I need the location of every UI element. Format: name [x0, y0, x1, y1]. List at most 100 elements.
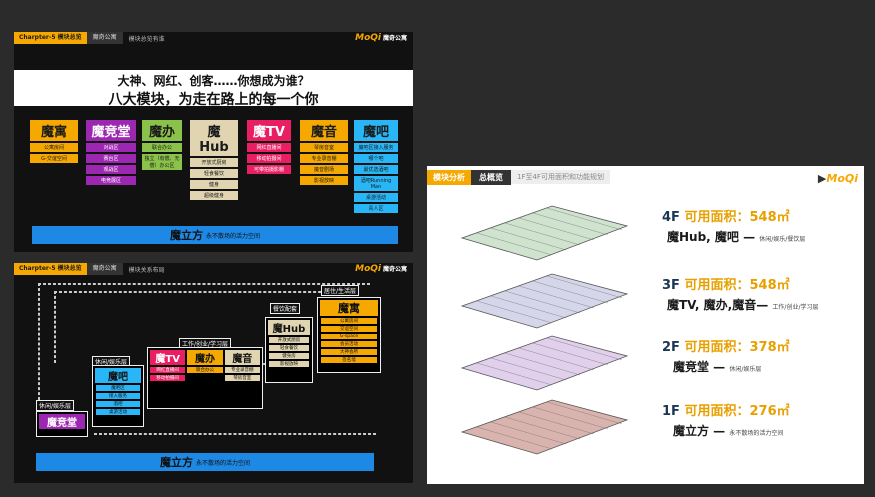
block-item: 移动拍摄间	[150, 375, 186, 381]
bottom-title: 魔立方	[159, 456, 193, 469]
floor-module-desc: 休闲/娱乐层	[729, 366, 762, 373]
module-item: G-交谊空间	[30, 154, 78, 163]
module-item: 琴房音室	[300, 143, 348, 152]
slide-3-subtitle: 1F至4F可用面积和功能规划	[511, 170, 610, 184]
moqi-logo: MoQi 魔奇公寓	[355, 33, 407, 43]
module-item: 电竞展区	[86, 176, 136, 185]
bottom-bar: 魔立方 永不散场的活力空间	[32, 226, 398, 244]
layer-label-living: 居住/生活层	[321, 285, 360, 296]
floor-number: 4F	[662, 210, 680, 225]
floor-module-names: 魔立方 —	[673, 424, 726, 438]
module-item: 联合办公	[142, 143, 182, 152]
module-item: 轻食餐饮	[190, 169, 238, 178]
block-item: 开放式厨房	[269, 337, 309, 343]
floor-module-names: 魔TV, 魔办,魔音—	[667, 298, 769, 312]
module-item: 独立（有偿、无偿）办公区	[142, 154, 182, 170]
area-value: 276㎡	[749, 404, 790, 419]
slide-1-header: Charpter-5 模块总览 魔奇公寓 模块总览有谁 MoQi 魔奇公寓	[14, 32, 413, 44]
connector-line	[38, 283, 40, 405]
module-title: 魔Hub	[190, 120, 238, 156]
module-item: 最优选酒吧	[354, 165, 398, 174]
module-item: 赛台区	[86, 154, 136, 163]
block-work-group: 魔TV 网红直播间 移动拍摄间 魔办 联合办公 魔音 专业录音棚 琴房音室	[147, 347, 263, 409]
block-item: 公寓房间	[321, 318, 377, 324]
floor-area-1f: 1F 可用面积：276㎡	[662, 400, 790, 419]
block-item: 专业录音棚	[224, 367, 260, 373]
module-title: 魔办	[142, 120, 182, 141]
module-item: 健身	[190, 180, 238, 189]
headline-2: 八大模块，为走在路上的每一个你	[108, 92, 319, 108]
floor-modules-3f: 魔TV, 魔办,魔音— 工作/创业/学习层	[667, 296, 818, 313]
module-item: 移动拍摄间	[247, 154, 291, 163]
floor-plan-1f	[460, 399, 629, 455]
block-item: 会员活动	[321, 341, 377, 347]
bottom-bar: 魔立方 永不散场的活力空间	[36, 453, 374, 471]
area-label: 可用面积：	[684, 340, 750, 355]
floor-number: 3F	[662, 278, 680, 293]
tab-overview[interactable]: 总概览	[471, 169, 511, 185]
block-item: 健身房	[269, 353, 309, 359]
headline-band: 大神、网红、创客……你想成为谁？ 八大模块，为走在路上的每一个你	[14, 70, 413, 108]
module-item: 魔音剧场	[300, 165, 348, 174]
bottom-sub: 永不散场的活力空间	[195, 459, 250, 467]
area-value: 378㎡	[749, 340, 790, 355]
block-item: 魔吧区	[96, 385, 140, 391]
module-item: 对战区	[86, 143, 136, 152]
area-label: 可用面积：	[684, 278, 750, 293]
module-card: 魔Hub 开放式厨房 轻食餐饮 健身 超级健身	[190, 120, 238, 200]
module-item: 超级健身	[190, 191, 238, 200]
module-title: 魔竞堂	[86, 120, 136, 141]
block-item: 轻食餐饮	[269, 345, 309, 351]
layer-label-leisure: 休闲/娱乐层	[36, 400, 75, 411]
chapter-label: Charpter-5 模块总览	[14, 263, 87, 275]
floor-number: 1F	[662, 404, 680, 419]
slide-1: Charpter-5 模块总览 魔奇公寓 模块总览有谁 MoQi 魔奇公寓 大神、…	[14, 32, 413, 252]
block-item: 琴房音室	[224, 375, 260, 381]
section-label: 魔奇公寓	[86, 263, 123, 275]
block-item: 签名墙	[321, 357, 377, 363]
bottom-sub: 永不散场的活力空间	[205, 232, 260, 240]
block-title: 魔音	[224, 350, 260, 365]
module-title: 魔寓	[30, 120, 78, 141]
slide-2: Charpter-5 模块总览 魔奇公寓 模块关系布局 MoQi 魔奇公寓 居住/…	[14, 263, 413, 483]
module-card: 魔音 琴房音室 专业录音棚 魔音剧场 影视放映	[300, 120, 348, 185]
area-label: 可用面积：	[684, 404, 750, 419]
block-title: 魔寓	[320, 300, 378, 316]
block-item: G-space	[321, 334, 377, 339]
area-value: 548㎡	[749, 278, 790, 293]
block-jingtang: 魔竞堂	[36, 411, 88, 437]
connector-line	[94, 433, 376, 435]
module-title: 魔吧	[354, 120, 398, 141]
module-item: 青人区	[354, 204, 398, 213]
module-title: 魔音	[300, 120, 348, 141]
module-title: 魔TV	[247, 120, 291, 141]
floor-area-4f: 4F 可用面积：548㎡	[662, 206, 790, 225]
tab-module-analysis[interactable]: 模块分析	[427, 169, 471, 185]
module-card: 魔寓公寓房间 G-交谊空间	[30, 120, 78, 163]
block-title: 魔TV	[150, 350, 186, 365]
bottom-title: 魔立方	[169, 229, 203, 242]
block-ba: 魔吧 魔吧区 接入服务 酒吧 桌游活动	[92, 365, 144, 427]
module-item: 公寓房间	[30, 143, 78, 152]
block-item: 交谊空间	[321, 326, 377, 332]
block-title: 魔Hub	[268, 320, 310, 335]
module-card: 魔吧 魔吧区接入服务 哪个吧 最优选酒吧 酒吧Running Man 桌游活动 青人区	[354, 120, 398, 213]
module-card: 魔竞堂 对战区 赛台区 观战区 电竞展区	[86, 120, 136, 185]
floor-module-names: 魔Hub, 魔吧 —	[667, 230, 756, 244]
block-item: 大神会所	[321, 349, 377, 355]
subtitle-label: 模块总览有谁	[128, 35, 165, 43]
floor-module-desc: 永不散场的活力空间	[729, 430, 784, 437]
block-yin: 魔音 专业录音棚琴房音室	[224, 350, 260, 381]
floor-area-3f: 3F 可用面积：548㎡	[662, 274, 790, 293]
block-item: 网红直播间	[150, 367, 186, 373]
block-item: 桌游活动	[96, 409, 140, 415]
block-tv: 魔TV 网红直播间移动拍摄间	[150, 350, 186, 381]
subtitle-label: 模块关系布局	[128, 266, 165, 274]
layer-label-dining: 餐饮配套	[270, 303, 301, 314]
block-moyu: 魔寓 公寓房间交谊空间 G-space 会员活动大神会所签名墙	[317, 297, 381, 373]
area-label: 可用面积：	[684, 210, 750, 225]
block-item: 酒吧	[96, 401, 140, 407]
headline-1: 大神、网红、创客……你想成为谁？	[117, 74, 310, 88]
block-title: 魔竞堂	[39, 414, 85, 429]
block-item: 接入服务	[96, 393, 140, 399]
